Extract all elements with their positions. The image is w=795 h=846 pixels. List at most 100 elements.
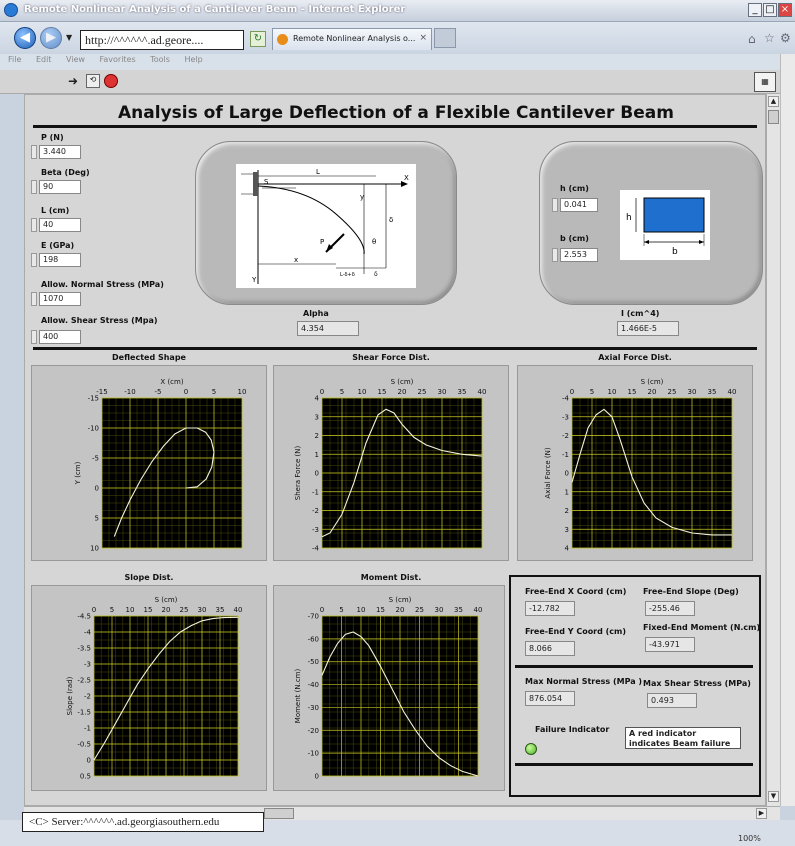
title-divider bbox=[33, 125, 757, 128]
zoom-level[interactable]: 100% bbox=[738, 834, 761, 843]
window-title: Remote Nonlinear Analysis of a Cantileve… bbox=[24, 4, 406, 15]
diagram-x-axis-label: X bbox=[404, 174, 409, 182]
home-icon[interactable]: ⌂ bbox=[748, 32, 756, 46]
x-tick-label: 40 bbox=[234, 606, 243, 614]
x-tick-label: 10 bbox=[126, 606, 135, 614]
alpha-label: Alpha bbox=[303, 309, 329, 318]
slope-dist-title: Slope Dist. bbox=[124, 573, 174, 582]
alpha-field: 4.354 bbox=[297, 321, 359, 336]
menu-file[interactable]: File bbox=[8, 55, 21, 64]
y-tick-label: -1 bbox=[562, 451, 569, 459]
y-tick-label: -5 bbox=[92, 455, 99, 463]
scroll-right-icon[interactable]: ▶ bbox=[756, 808, 767, 819]
back-icon[interactable]: ◀ bbox=[14, 27, 36, 49]
y-tick-label: -2 bbox=[562, 432, 569, 440]
history-dropdown-icon[interactable]: ▼ bbox=[66, 33, 72, 42]
new-tab-button[interactable] bbox=[434, 28, 456, 48]
axial-force-chart: 0 5 10 15 20 25 30 35 40 -4 -3 -2 -1 0 1 2 3 4 S (cm) Axial… bbox=[517, 365, 753, 561]
y-tick-label: -20 bbox=[308, 727, 319, 735]
shear-force-chart: 0 5 10 15 20 25 30 35 40 4 3 2 1 0 -1 -2 -3 -4 S (cm) Shera… bbox=[273, 365, 509, 561]
failure-indicator-label: Failure Indicator bbox=[535, 725, 610, 734]
results-panel: Free-End X Coord (cm) -12.782 Free-End S… bbox=[509, 575, 761, 797]
inertia-label: I (cm^4) bbox=[621, 309, 660, 318]
shear-stress-field[interactable]: 400 bbox=[39, 330, 81, 344]
y-tick-label: 0 bbox=[95, 485, 99, 493]
abort-icon[interactable] bbox=[104, 74, 118, 88]
navigation-bar: ◀ ▶ ▼ http://^^^^^^.ad.geore.... ↻ Remot… bbox=[0, 22, 795, 54]
menu-help[interactable]: Help bbox=[184, 55, 202, 64]
x-tick-label: 40 bbox=[478, 388, 487, 396]
max-shear-field: 0.493 bbox=[647, 693, 697, 708]
close-button[interactable]: × bbox=[778, 3, 792, 17]
y-tick-label: -10 bbox=[88, 425, 99, 433]
gear-icon[interactable]: ⚙ bbox=[780, 31, 791, 45]
axial-force-title: Axial Force Dist. bbox=[598, 353, 672, 362]
input-shear-stress: Allow. Shear Stress (Mpa) 400 bbox=[31, 316, 158, 344]
y-axis-label: Slope (rad) bbox=[66, 676, 74, 715]
x-tick-label: 15 bbox=[378, 388, 387, 396]
page-scrollbar[interactable] bbox=[780, 54, 795, 806]
panel-scrollbar[interactable]: ▲ ▼ bbox=[766, 94, 780, 806]
p-field[interactable]: 3.440 bbox=[39, 145, 81, 159]
p-spinner[interactable] bbox=[31, 145, 37, 159]
x-tick-label: 0 bbox=[320, 388, 324, 396]
x-tick-label: 0 bbox=[184, 388, 188, 396]
maximize-button[interactable]: □ bbox=[763, 3, 777, 17]
b-field[interactable]: 2.553 bbox=[560, 248, 598, 262]
diagram-y-axis-label: Y bbox=[251, 276, 257, 284]
x-tick-label: 30 bbox=[438, 388, 447, 396]
browser-tab[interactable]: Remote Nonlinear Analysis o... × bbox=[272, 28, 432, 50]
beam-diagram-frame: L X Y S x L-δ+δ δ δ y P θ bbox=[195, 141, 457, 305]
beam-diagram: L X Y S x L-δ+δ δ δ y P θ bbox=[236, 164, 416, 288]
run-continuous-icon[interactable]: ⟲ bbox=[86, 74, 100, 88]
minimize-button[interactable]: _ bbox=[748, 3, 762, 17]
x-tick-label: 35 bbox=[458, 388, 467, 396]
x-tick-label: 0 bbox=[320, 606, 324, 614]
beta-label: Beta (Deg) bbox=[41, 168, 90, 177]
failure-note: A red indicator indicates Beam failure bbox=[625, 727, 741, 749]
star-icon[interactable]: ☆ bbox=[764, 31, 775, 45]
deflected-shape-chart: -15 -10 -5 0 5 10 -15 -10 -5 0 5 10 X (cm) Y (cm) bbox=[31, 365, 267, 561]
hscroll-thumb[interactable] bbox=[264, 808, 294, 819]
menu-view[interactable]: View bbox=[66, 55, 85, 64]
forward-icon[interactable]: ▶ bbox=[40, 27, 62, 49]
beta-field[interactable]: 90 bbox=[39, 180, 81, 194]
y-tick-label: -3.5 bbox=[77, 645, 91, 653]
e-field[interactable]: 198 bbox=[39, 253, 81, 267]
y-tick-label: -4 bbox=[84, 629, 92, 637]
normal-stress-field[interactable]: 1070 bbox=[39, 292, 81, 306]
y-tick-label: 10 bbox=[90, 545, 99, 553]
b-spinner[interactable] bbox=[552, 248, 558, 262]
e-spinner[interactable] bbox=[31, 253, 37, 267]
y-tick-label: 4 bbox=[565, 545, 570, 553]
y-tick-label: -4.5 bbox=[77, 613, 91, 621]
menu-tools[interactable]: Tools bbox=[150, 55, 170, 64]
run-arrow-icon[interactable]: ➜ bbox=[68, 74, 82, 88]
section-divider bbox=[33, 347, 757, 350]
labview-toolbar: ➜ ⟲ ▦ bbox=[0, 70, 795, 94]
l-spinner[interactable] bbox=[31, 218, 37, 232]
x-tick-label: 5 bbox=[340, 388, 344, 396]
menu-bar: File Edit View Favorites Tools Help bbox=[0, 54, 795, 70]
fixed-moment-label: Fixed-End Moment (N.cm) bbox=[643, 623, 761, 632]
address-bar[interactable]: http://^^^^^^.ad.geore.... bbox=[80, 30, 244, 50]
menu-edit[interactable]: Edit bbox=[36, 55, 52, 64]
h-spinner[interactable] bbox=[552, 198, 558, 212]
shear-stress-spinner[interactable] bbox=[31, 330, 37, 344]
cross-section-diagram: h b bbox=[620, 190, 710, 260]
scroll-thumb[interactable] bbox=[768, 110, 779, 124]
x-tick-label: 0 bbox=[570, 388, 574, 396]
scroll-up-icon[interactable]: ▲ bbox=[768, 96, 779, 107]
beta-spinner[interactable] bbox=[31, 180, 37, 194]
tab-close-icon[interactable]: × bbox=[419, 33, 427, 43]
x-tick-label: 5 bbox=[110, 606, 114, 614]
l-field[interactable]: 40 bbox=[39, 218, 81, 232]
scroll-down-icon[interactable]: ▼ bbox=[768, 791, 779, 802]
refresh-icon[interactable]: ↻ bbox=[250, 31, 266, 47]
normal-stress-spinner[interactable] bbox=[31, 292, 37, 306]
y-tick-label: 0 bbox=[315, 773, 319, 781]
h-field[interactable]: 0.041 bbox=[560, 198, 598, 212]
deflected-shape-title: Deflected Shape bbox=[112, 353, 186, 362]
x-tick-label: 40 bbox=[728, 388, 737, 396]
menu-favorites[interactable]: Favorites bbox=[100, 55, 136, 64]
